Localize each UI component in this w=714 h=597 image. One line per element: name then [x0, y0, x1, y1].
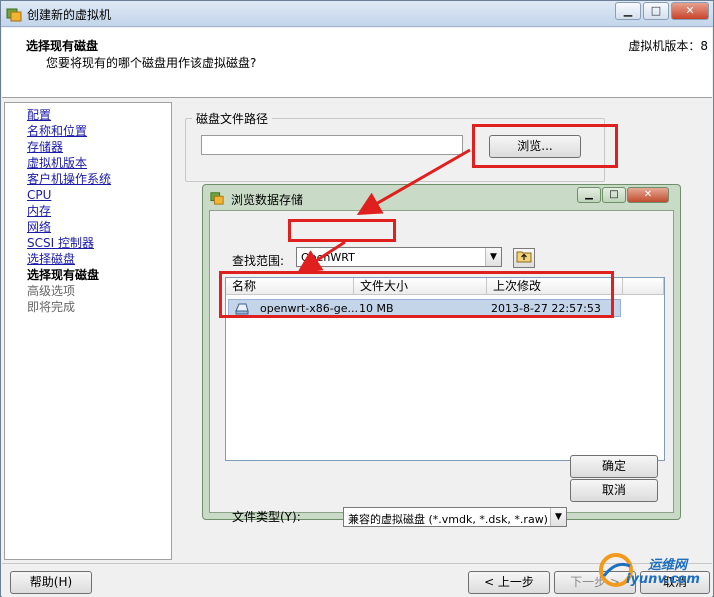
page-header: 选择现有磁盘 您要将现有的哪个磁盘用作该虚拟磁盘? 虚拟机版本：8: [2, 28, 712, 98]
look-in-value: OpenWRT: [301, 251, 355, 264]
vm-version-label: 虚拟机版本：8: [628, 39, 708, 53]
sidebar-step[interactable]: 配置: [27, 107, 111, 123]
annotation-box-lookin: [288, 219, 396, 242]
watermark-logo: 运维网 iyunv.com: [596, 548, 712, 594]
file-type-value: 兼容的虚拟磁盘 (*.vmdk, *.dsk, *.raw): [348, 513, 548, 526]
sidebar-step[interactable]: 选择磁盘: [27, 251, 111, 267]
sidebar-step[interactable]: 内存: [27, 203, 111, 219]
file-type-select[interactable]: 兼容的虚拟磁盘 (*.vmdk, *.dsk, *.raw) ▼: [343, 507, 567, 527]
steps-list: 配置 名称和位置 存储器 虚拟机版本 客户机操作系统 CPU 内存 网络 SCSI 控制器 选择磁…: [27, 107, 111, 315]
disk-path-legend: 磁盘文件路径: [192, 110, 273, 127]
wizard-steps-sidebar: 配置 名称和位置 存储器 虚拟机版本 客户机操作系统 CPU 内存 网络 SCSI 控制器 选择磁…: [4, 102, 172, 560]
help-button[interactable]: 帮助(H): [10, 571, 92, 594]
chevron-down-icon[interactable]: ▼: [550, 508, 566, 526]
dialog-cancel-button[interactable]: 取消: [570, 479, 658, 502]
watermark-line1: 运维网: [648, 558, 688, 573]
sidebar-step: 即将完成: [27, 300, 76, 314]
look-in-label: 查找范围:: [232, 254, 285, 268]
watermark-line2: iyunv.com: [626, 572, 700, 587]
sidebar-step[interactable]: 网络: [27, 219, 111, 235]
sidebar-step: 选择现有磁盘: [27, 268, 100, 282]
chevron-down-icon[interactable]: ▼: [485, 248, 501, 266]
dialog-maximize-button[interactable]: □: [602, 187, 626, 203]
dialog-title: 浏览数据存储: [231, 193, 304, 207]
sidebar-step[interactable]: 客户机操作系统: [27, 171, 111, 187]
annotation-box-browse: [472, 124, 618, 168]
disk-path-input[interactable]: [201, 135, 463, 155]
vm-app-icon: [210, 192, 224, 205]
sidebar-step[interactable]: SCSI 控制器: [27, 235, 111, 251]
page-subtitle: 您要将现有的哪个磁盘用作该虚拟磁盘?: [46, 56, 257, 70]
folder-up-icon: [516, 251, 532, 263]
maximize-button[interactable]: □: [643, 2, 669, 20]
page-title: 选择现有磁盘: [26, 39, 99, 53]
vm-app-icon: [6, 8, 22, 22]
close-button[interactable]: ✕: [671, 2, 709, 20]
file-type-label: 文件类型(Y):: [232, 510, 301, 524]
sidebar-step[interactable]: CPU: [27, 187, 111, 203]
sidebar-step[interactable]: 虚拟机版本: [27, 155, 111, 171]
look-in-select[interactable]: OpenWRT ▼: [296, 247, 502, 267]
sidebar-step: 高级选项: [27, 284, 76, 298]
minimize-button[interactable]: ▁: [615, 2, 641, 20]
up-folder-button[interactable]: [513, 248, 535, 268]
annotation-box-file: [219, 271, 614, 318]
ok-button[interactable]: 确定: [570, 455, 658, 478]
sidebar-step[interactable]: 名称和位置: [27, 123, 111, 139]
sidebar-step[interactable]: 存储器: [27, 139, 111, 155]
column-header-filler: [623, 278, 664, 295]
dialog-minimize-button[interactable]: ▁: [577, 187, 601, 203]
window-title: 创建新的虚拟机: [27, 8, 112, 22]
title-bar[interactable]: 创建新的虚拟机 ▁ □ ✕: [1, 1, 713, 27]
dialog-close-button[interactable]: ✕: [627, 187, 669, 203]
back-button[interactable]: < 上一步: [468, 571, 550, 594]
